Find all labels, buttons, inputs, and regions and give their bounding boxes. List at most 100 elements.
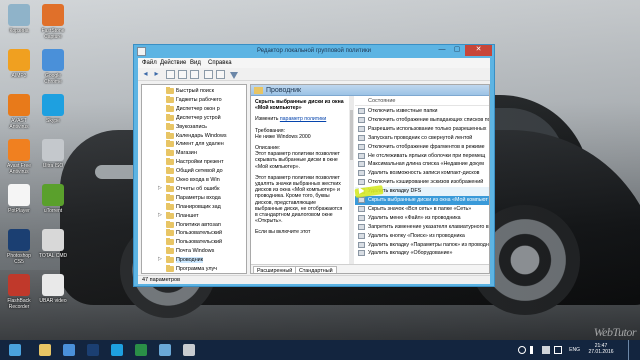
desktop-icon[interactable]: PotPlayer [2,184,36,214]
tree-item[interactable]: Параметры входа [142,193,246,202]
menu-file[interactable]: Файл [142,60,157,66]
tree-item[interactable]: ▷ Отчеты об ошибк [142,184,246,193]
tree-pane[interactable]: Быстрый поиск Гаджеты рабочего Диспетчер о… [141,84,247,274]
taskbar-skype-button[interactable] [106,342,128,358]
tab-standard[interactable]: Стандартный [295,266,337,273]
menu-action[interactable]: Действие [160,60,186,66]
policy-row[interactable]: Запускать проводник со свернутой лентой [355,134,489,143]
tree-item[interactable]: Гаджеты рабочего [142,95,246,104]
policy-row[interactable]: Максимальная длина списка «Недавние доку… [355,160,489,169]
desktop-icon[interactable]: TOTAL CMD [36,229,70,259]
policy-row[interactable]: Запретить изменение указателя клавиатурн… [355,223,489,232]
taskbar-photoshop-button[interactable] [82,342,104,358]
tree-item[interactable]: Настройки презент [142,158,246,166]
tree-item[interactable]: Политики автозап [142,220,246,229]
expand-arrow-icon[interactable]: ▷ [158,212,162,218]
policy-row[interactable]: Не отслеживать ярлыки оболочки при перем… [355,152,489,161]
policy-row-label: Удалить возможность записи компакт-диско… [368,170,480,177]
policy-edit-link[interactable]: параметр политики [280,116,326,122]
flag-icon[interactable] [542,346,550,354]
policy-row[interactable]: Скрыть значок «Вся сеть» в папке «Сеть» [355,205,489,214]
taskbar-chrome-button[interactable] [58,342,80,358]
tree-item[interactable]: Пользовательский [142,238,246,246]
folder-icon [166,87,174,94]
tree-item[interactable]: Диспетчер устрой [142,113,246,122]
desktop-icon[interactable]: Корзина [2,4,36,34]
export-list-icon[interactable] [190,70,199,79]
filter-icon[interactable] [230,72,238,79]
menu-help[interactable]: Справка [208,60,232,66]
show-desktop-button[interactable] [628,340,634,360]
policy-row[interactable]: Удалить меню «Файл» из проводника [355,214,489,223]
taskbar-excel-button[interactable] [130,342,152,358]
maximize-button[interactable]: ▢ [450,45,464,56]
clock[interactable]: 21:47 27.01.2016 [584,343,618,355]
desktop-icon[interactable]: AVAST Antivirus [2,94,36,130]
tree-item[interactable]: Окно входа в Win [142,176,246,184]
tree-item[interactable]: Программа улуч [142,265,246,273]
desktop-icon[interactable]: FlashBack Recorder [2,274,36,310]
policy-row[interactable]: Удалить вкладку «Оборудование» [355,249,489,258]
expand-arrow-icon[interactable]: ▷ [158,185,162,191]
close-button[interactable]: ✕ [465,45,492,56]
policy-row[interactable]: Отключить известные папки [355,107,489,116]
tree-item[interactable]: ▷ Проводник [142,256,246,264]
desktop-icon[interactable]: Google Chrome [36,49,70,85]
language-indicator[interactable]: ENG [569,347,580,353]
network-icon[interactable] [518,346,526,354]
tree-item[interactable]: Клиент для удален [142,140,246,148]
back-arrow-icon[interactable]: ◂ [141,70,150,79]
column-header-state[interactable]: Состояние [355,96,489,106]
desktop-icon[interactable]: Ultra ISO [36,139,70,169]
tree-item[interactable]: Почта Windows [142,247,246,255]
taskbar-gpedit-button[interactable] [178,342,200,358]
app-icon [42,49,64,71]
volume-icon[interactable] [530,346,538,354]
up-level-icon[interactable] [166,70,175,79]
window-titlebar[interactable]: Редактор локальной групповой политики — … [134,45,494,58]
taskbar-app-button[interactable] [154,342,176,358]
desktop-icon[interactable]: Skype [36,94,70,124]
scrollbar-thumb[interactable] [350,110,353,160]
policy-row[interactable]: Отключить отображение фрагментов в режим… [355,143,489,152]
tree-item[interactable]: Звукозапись [142,122,246,131]
policy-row[interactable]: Разрешить использование только разрешенн… [355,125,489,134]
desktop-icon[interactable]: uTorrent [36,184,70,214]
folder-icon [166,167,174,175]
battery-icon[interactable] [554,346,562,354]
tree-item[interactable]: Календарь Windows [142,131,246,140]
tree-item[interactable]: ▷ Планшет [142,211,246,220]
requirements-value: Не ниже Windows 2000 [255,133,311,140]
description-scrollbar[interactable] [349,96,354,264]
properties-icon[interactable] [216,70,225,79]
policy-row[interactable]: Удалить вкладку «Параметры папок» из про… [355,241,489,250]
minimize-button[interactable]: — [435,45,449,56]
tree-item[interactable]: Пользовательский [142,229,246,237]
policy-row[interactable]: Удалить кнопку «Поиск» из проводника [355,232,489,241]
desktop-icon[interactable]: Avast Free Antivirus [2,139,36,175]
policy-row[interactable]: Удалить возможность записи компакт-диско… [355,169,489,178]
help-icon[interactable] [204,70,213,79]
desktop-icon[interactable]: AIMP3 [2,49,36,79]
policy-row[interactable]: Скрыть выбранные диски из окна «Мой комп… [355,196,489,205]
tree-item[interactable]: Общий сетевой до [142,167,246,175]
taskbar-explorer-button[interactable] [34,342,56,358]
tree-item[interactable]: Планировщик зад [142,202,246,211]
tree-item[interactable]: Магазин [142,149,246,157]
policy-row[interactable]: Отключить отображение выпадающих списков… [355,116,489,125]
desktop-icon[interactable]: FastStone Capture [36,4,70,40]
desktop-icon[interactable]: Photoshop CS5 [2,229,36,265]
app-icon [42,4,64,26]
expand-arrow-icon[interactable]: ▷ [158,256,162,262]
folder-icon [254,87,263,94]
tree-item[interactable]: Диспетчер окон р [142,104,246,113]
menu-view[interactable]: Вид [190,60,201,66]
show-hide-tree-icon[interactable] [178,70,187,79]
folder-icon [166,113,174,121]
taskbar-start-button[interactable] [4,342,26,358]
desktop-icon[interactable]: UBAR video [36,274,70,304]
tab-extended[interactable]: Расширенный [253,266,297,273]
forward-arrow-icon[interactable]: ▸ [152,70,161,79]
tree-item[interactable]: Быстрый поиск [142,87,246,95]
policy-setting-icon [358,134,365,141]
